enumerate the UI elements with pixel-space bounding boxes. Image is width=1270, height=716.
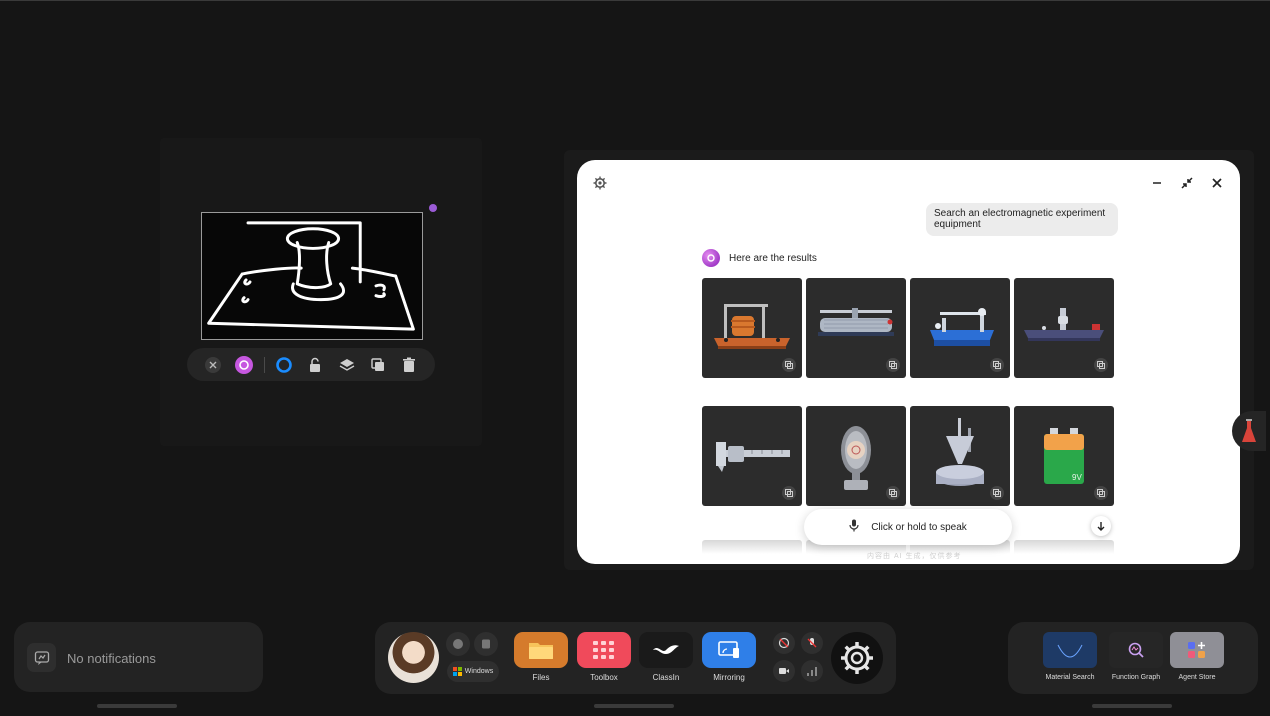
screen-mirror-icon [702, 632, 756, 668]
main-dock: Windows Files Toolbox ClassIn Mirroring [375, 622, 896, 694]
result-tile-battery[interactable]: 9V [1014, 406, 1114, 506]
camera-off-icon[interactable] [773, 632, 795, 654]
home-indicator [1092, 704, 1172, 708]
svg-text:9V: 9V [1072, 473, 1082, 482]
windows-label: Windows [464, 668, 494, 675]
ai-response-text: Here are the results [729, 252, 817, 264]
signal-icon[interactable] [801, 660, 823, 682]
arrow-down-icon[interactable] [1091, 516, 1111, 536]
app-label: ClassIn [652, 673, 680, 682]
minimize-icon[interactable] [1148, 174, 1166, 192]
result-tile-caliper[interactable] [702, 406, 802, 506]
notifications-panel[interactable]: No notifications [14, 622, 263, 692]
ai-assistant-icon[interactable] [228, 348, 259, 381]
tool-agent-store[interactable]: Agent Store [1170, 632, 1224, 681]
disclaimer-text: 内容由 AI 生成，仅供参考 [867, 553, 962, 560]
copy-icon[interactable] [886, 358, 900, 372]
tool-material-search[interactable]: Material Search [1043, 632, 1097, 681]
user-message-bubble: Search an electromagnetic experiment equ… [926, 203, 1118, 236]
tool-label: Function Graph [1111, 674, 1161, 681]
result-tile-rheostat[interactable] [806, 278, 906, 378]
result-tile-lamp[interactable] [806, 406, 906, 506]
copy-icon[interactable] [990, 486, 1004, 500]
result-tile-blue-rail[interactable] [910, 278, 1010, 378]
contact-icon[interactable] [474, 632, 498, 656]
result-tile-bench[interactable] [1014, 278, 1114, 378]
search-result-window: Search an electromagnetic experiment equ… [577, 160, 1240, 564]
notification-icon [27, 643, 56, 672]
windows-button[interactable]: Windows [447, 661, 499, 682]
object-toolbar [187, 348, 435, 381]
voice-input-button[interactable]: Click or hold to speak [804, 509, 1012, 545]
settings-gear-icon[interactable] [831, 632, 883, 684]
copy-icon[interactable] [782, 358, 796, 372]
app-toolbox[interactable]: Toolbox [577, 632, 631, 682]
avatar[interactable] [388, 632, 439, 683]
result-tile-partial [1014, 540, 1114, 554]
app-classin[interactable]: ClassIn [639, 632, 693, 682]
result-tile-funnel[interactable] [910, 406, 1010, 506]
app-label: Toolbox [590, 673, 618, 682]
copy-icon[interactable] [886, 486, 900, 500]
home-indicator [97, 704, 177, 708]
close-window-icon[interactable] [1208, 174, 1226, 192]
delete-icon[interactable] [394, 348, 425, 381]
gear-icon[interactable] [593, 176, 607, 190]
app-label: Mirroring [713, 673, 745, 682]
chat-icon[interactable] [446, 632, 470, 656]
voice-input-label: Click or hold to speak [871, 521, 967, 533]
ai-response-header: Here are the results [702, 249, 817, 267]
collapse-icon[interactable] [1178, 174, 1196, 192]
ai-avatar-icon [702, 249, 720, 267]
layers-icon[interactable] [331, 348, 362, 381]
close-icon[interactable] [197, 348, 228, 381]
top-border [0, 0, 1270, 1]
result-tile-galvanometer-coil[interactable] [702, 278, 802, 378]
material-search-icon [1043, 632, 1097, 668]
media-controls [773, 632, 827, 684]
copy-icon[interactable] [782, 486, 796, 500]
mic-off-icon[interactable] [801, 632, 823, 654]
toolbar-divider [263, 356, 265, 373]
app-mirroring[interactable]: Mirroring [702, 632, 756, 682]
tool-label: Agent Store [1178, 674, 1216, 681]
window-controls [1148, 174, 1226, 192]
copy-icon[interactable] [1094, 358, 1108, 372]
unlock-icon[interactable] [300, 348, 331, 381]
sketch-drawing[interactable] [201, 212, 423, 340]
tools-panel: Material Search Function Graph Agent Sto… [1008, 622, 1258, 694]
grid-apps-icon [577, 632, 631, 668]
selection-handle[interactable] [429, 204, 437, 212]
copy-icon[interactable] [990, 358, 1004, 372]
duplicate-icon[interactable] [362, 348, 393, 381]
tool-label: Material Search [1045, 674, 1095, 681]
flask-icon [1242, 419, 1256, 442]
video-icon[interactable] [773, 660, 795, 682]
floating-edge-widget[interactable] [1232, 411, 1266, 451]
function-graph-icon [1109, 632, 1163, 668]
result-tile-partial [702, 540, 802, 554]
copy-icon[interactable] [1094, 486, 1108, 500]
tool-function-graph[interactable]: Function Graph [1109, 632, 1163, 681]
home-indicator [594, 704, 674, 708]
classin-logo-icon [639, 632, 693, 668]
color-ring-icon[interactable] [269, 348, 300, 381]
app-label: Files [532, 673, 550, 682]
folder-icon [514, 632, 568, 668]
microphone-icon [849, 519, 859, 535]
app-files[interactable]: Files [514, 632, 568, 682]
agent-store-icon [1170, 632, 1224, 668]
notifications-text: No notifications [67, 651, 156, 666]
windows-logo-icon [452, 667, 462, 676]
